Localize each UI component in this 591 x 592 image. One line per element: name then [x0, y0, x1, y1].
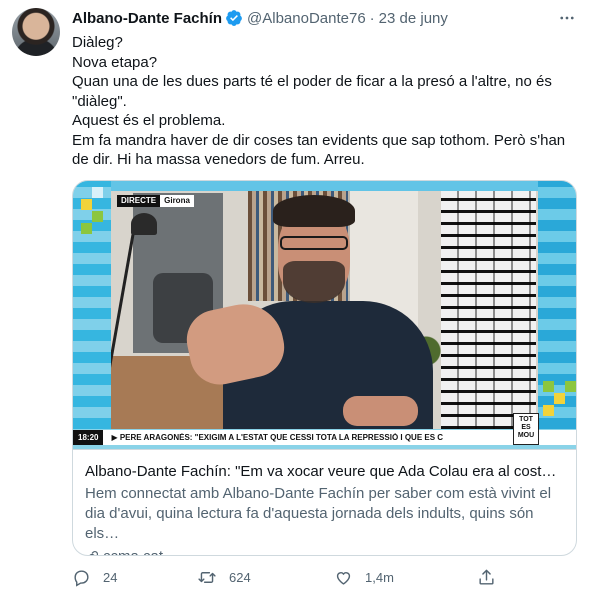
- share-button[interactable]: [477, 568, 508, 587]
- frame-pixel: [565, 381, 576, 392]
- reply-button[interactable]: 24: [72, 568, 117, 587]
- tweet-line: Aquest és el problema.: [72, 112, 226, 129]
- ticker-time: 18:20: [73, 430, 104, 445]
- frame-pixel: [81, 223, 92, 234]
- person-hand-right: [343, 396, 418, 426]
- card-title[interactable]: Albano-Dante Fachín: "Em va xocar veure …: [85, 462, 564, 482]
- retweet-button[interactable]: 624: [197, 568, 251, 587]
- brick-wall-joints: [441, 181, 536, 429]
- card-description: Hem connectat amb Albano-Dante Fachín pe…: [85, 485, 552, 542]
- action-bar: 24 624 1,4m: [72, 565, 502, 589]
- person-glasses: [280, 236, 348, 250]
- tweet[interactable]: Albano-Dante Fachín @AlbanoDante76 · 23 …: [0, 0, 591, 592]
- frame-pixel: [554, 393, 565, 404]
- live-label: DIRECTE: [117, 195, 161, 207]
- tweet-line: Nova etapa?: [72, 53, 158, 71]
- verified-icon: [226, 10, 242, 26]
- person-beard: [283, 261, 345, 303]
- card-body[interactable]: Albano-Dante Fachín: "Em va xocar veure …: [73, 449, 576, 556]
- like-count: 1,4m: [365, 569, 394, 585]
- channel-logo: TOT ES MOU: [513, 413, 539, 445]
- tweet-header: Albano-Dante Fachín @AlbanoDante76 · 23 …: [72, 8, 577, 28]
- frame-pixel: [543, 381, 554, 392]
- avatar[interactable]: [12, 8, 60, 56]
- link-card[interactable]: DIRECTE Girona 18:20 ▶ PERE ARAGONÈS: "E…: [72, 180, 577, 556]
- frame-pixel: [92, 187, 103, 198]
- card-image[interactable]: DIRECTE Girona 18:20 ▶ PERE ARAGONÈS: "E…: [73, 181, 576, 449]
- reply-count: 24: [103, 569, 118, 585]
- frame-top: [111, 181, 538, 191]
- card-domain-text: ccma.cat: [103, 547, 164, 556]
- share-icon: [479, 569, 494, 585]
- retweet-icon: [198, 571, 216, 583]
- lamp-shade: [131, 213, 157, 235]
- tweet-line: Diàleg?: [72, 34, 123, 51]
- tweet-line: Em fa mandra haver de dir coses tan evid…: [72, 131, 566, 169]
- reply-icon: [74, 569, 89, 587]
- tweet-date[interactable]: 23 de juny: [379, 10, 448, 27]
- separator-dot: ·: [369, 9, 375, 27]
- frame-pixel: [92, 211, 103, 222]
- author-name[interactable]: Albano-Dante Fachín: [72, 10, 222, 27]
- link-icon: [89, 550, 98, 555]
- ticker-text: ▶ PERE ARAGONÈS: "EXIGIM A L'ESTAT QUE C…: [111, 433, 444, 442]
- card-domain[interactable]: ccma.cat: [85, 546, 564, 556]
- more-icon[interactable]: [557, 8, 577, 28]
- author-handle[interactable]: @AlbanoDante76: [247, 10, 366, 27]
- tweet-line: Quan una de les dues parts té el poder d…: [72, 73, 552, 110]
- live-banner: DIRECTE Girona: [117, 195, 194, 207]
- tweet-text: Diàleg? Nova etapa? Quan una de les dues…: [72, 33, 580, 170]
- like-icon: [336, 571, 351, 585]
- frame-pixel: [81, 199, 92, 210]
- person-hair: [273, 195, 355, 227]
- frame-pixel: [543, 405, 554, 416]
- like-button[interactable]: 1,4m: [334, 568, 394, 587]
- retweet-count: 624: [229, 569, 251, 585]
- news-ticker: 18:20 ▶ PERE ARAGONÈS: "EXIGIM A L'ESTAT…: [73, 430, 576, 445]
- place-label: Girona: [160, 195, 194, 207]
